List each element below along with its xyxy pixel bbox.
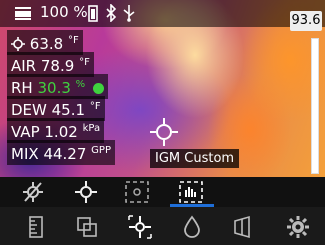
temperature-scale-bar <box>311 38 319 174</box>
spot-meter-icon[interactable] <box>74 180 98 204</box>
ruler-icon[interactable] <box>28 216 44 238</box>
air-unit: °F <box>79 57 90 68</box>
dew-label: DEW <box>11 101 47 119</box>
settings-gear-icon[interactable] <box>286 215 310 239</box>
measure-point-icon[interactable] <box>128 215 152 239</box>
spot-temperature-value: 63.8 <box>29 35 64 53</box>
area-box-icon[interactable] <box>124 180 150 204</box>
spot-temperature-unit: °F <box>67 35 79 46</box>
vap-unit: kPa <box>82 123 101 134</box>
rh-label: RH <box>11 79 33 97</box>
rh-value: 30.3 <box>37 79 71 97</box>
vap-value: 1.02 <box>44 123 78 141</box>
palette-icon[interactable] <box>232 215 254 239</box>
layers-icon[interactable] <box>76 216 98 238</box>
mode-label: IGM Custom <box>150 149 240 168</box>
mix-value: 44.27 <box>43 145 87 163</box>
temperature-readout: 93.6 <box>290 11 322 31</box>
thermal-camera-screen: 100 % 93.6 63.8 °F AIR 78.9 °F RH 30.3 % <box>0 0 325 245</box>
vap-label: VAP <box>11 123 40 141</box>
dew-unit: °F <box>89 101 101 112</box>
air-label: AIR <box>11 57 37 75</box>
mode-bar <box>0 177 325 207</box>
mixing-ratio: MIX 44.27 GPP <box>7 140 115 165</box>
crosshair-icon <box>11 37 25 51</box>
bottom-toolbar <box>0 207 325 245</box>
status-bar: 100 % <box>0 0 325 27</box>
dew-value: 45.1 <box>51 101 86 119</box>
spot-off-icon[interactable] <box>20 180 46 204</box>
mix-unit: GPP <box>91 145 111 156</box>
thermal-camera-icon <box>15 7 31 20</box>
rh-status-indicator <box>92 83 104 94</box>
rh-unit: % <box>75 79 86 90</box>
igm-custom-icon[interactable] <box>178 180 204 204</box>
moisture-drop-icon[interactable] <box>183 215 201 239</box>
battery-icon <box>88 5 98 22</box>
battery-percent: 100 % <box>40 3 88 21</box>
air-value: 78.9 <box>40 57 75 75</box>
bluetooth-icon <box>106 4 117 22</box>
usb-icon <box>123 5 135 22</box>
mix-label: MIX <box>11 145 39 163</box>
center-reticle-icon <box>150 118 178 146</box>
